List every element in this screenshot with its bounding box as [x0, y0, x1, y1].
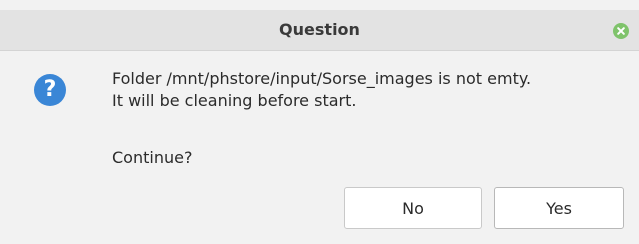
no-button[interactable]: No	[344, 187, 482, 229]
message-line-1: Folder /mnt/phstore/input/Sorse_images i…	[112, 69, 532, 88]
question-dialog: Question ? Folder /mnt/phstore/input/Sor…	[0, 0, 639, 244]
dialog-body: ? Folder /mnt/phstore/input/Sorse_images…	[0, 51, 639, 244]
close-icon[interactable]	[613, 23, 629, 39]
yes-button[interactable]: Yes	[494, 187, 624, 229]
question-icon: ?	[34, 74, 66, 106]
title-bar[interactable]: Question	[0, 10, 639, 51]
dialog-title: Question	[279, 20, 360, 39]
message-line-2: It will be cleaning before start.	[112, 91, 357, 110]
continue-prompt: Continue?	[112, 148, 193, 167]
